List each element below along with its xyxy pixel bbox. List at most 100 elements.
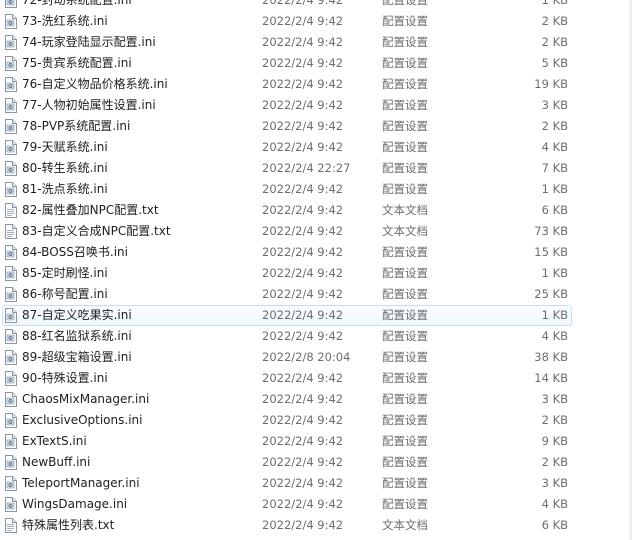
file-row[interactable]: 89-超级宝箱设置.ini 2022/2/8 20:04 配置设置 38 KB	[0, 347, 632, 368]
file-date-modified: 2022/2/4 9:42	[262, 371, 344, 385]
file-list: 72-封动系统配置.ini 2022/2/4 9:42 配置设置 1 KB 73…	[0, 0, 632, 536]
file-name: 73-洗红系统.ini	[22, 14, 108, 28]
file-date-modified: 2022/2/4 9:42	[262, 413, 344, 427]
ini-settings-icon	[5, 497, 17, 512]
file-type: 配置设置	[382, 98, 428, 112]
file-row[interactable]: 82-属性叠加NPC配置.txt 2022/2/4 9:42 文本文档 6 KB	[0, 200, 632, 221]
file-size: 73 KB	[534, 224, 568, 238]
file-name: 79-天赋系统.ini	[22, 140, 108, 154]
file-date-modified: 2022/2/4 9:42	[262, 497, 344, 511]
file-row[interactable]: ExTextS.ini 2022/2/4 9:42 配置设置 9 KB	[0, 431, 632, 452]
file-row[interactable]: 80-转生系统.ini 2022/2/4 22:27 配置设置 7 KB	[0, 158, 632, 179]
file-type: 配置设置	[382, 287, 428, 301]
file-row[interactable]: 85-定时刷怪.ini 2022/2/4 9:42 配置设置 1 KB	[0, 263, 632, 284]
ini-settings-icon	[5, 287, 17, 302]
file-type: 配置设置	[382, 161, 428, 175]
file-type: 配置设置	[382, 455, 428, 469]
ini-settings-icon	[5, 14, 17, 29]
file-type: 配置设置	[382, 329, 428, 343]
ini-settings-icon	[5, 56, 17, 71]
file-row[interactable]: 77-人物初始属性设置.ini 2022/2/4 9:42 配置设置 3 KB	[0, 95, 632, 116]
file-size: 6 KB	[541, 518, 568, 532]
file-size: 4 KB	[541, 329, 568, 343]
file-row[interactable]: TeleportManager.ini 2022/2/4 9:42 配置设置 3…	[0, 473, 632, 494]
file-date-modified: 2022/2/4 9:42	[262, 434, 344, 448]
file-date-modified: 2022/2/4 9:42	[262, 266, 344, 280]
file-row[interactable]: 73-洗红系统.ini 2022/2/4 9:42 配置设置 2 KB	[0, 11, 632, 32]
file-size: 1 KB	[541, 0, 568, 7]
file-row[interactable]: ExclusiveOptions.ini 2022/2/4 9:42 配置设置 …	[0, 410, 632, 431]
file-row[interactable]: 特殊属性列表.txt 2022/2/4 9:42 文本文档 6 KB	[0, 515, 632, 536]
file-row[interactable]: 90-特殊设置.ini 2022/2/4 9:42 配置设置 14 KB	[0, 368, 632, 389]
file-row[interactable]: 81-洗点系统.ini 2022/2/4 9:42 配置设置 1 KB	[0, 179, 632, 200]
file-date-modified: 2022/2/4 9:42	[262, 140, 344, 154]
file-date-modified: 2022/2/4 9:42	[262, 455, 344, 469]
file-type: 配置设置	[382, 0, 428, 7]
ini-settings-icon	[5, 434, 17, 449]
file-row[interactable]: 76-自定义物品价格系统.ini 2022/2/4 9:42 配置设置 19 K…	[0, 74, 632, 95]
file-name: 72-封动系统配置.ini	[22, 0, 132, 7]
ini-settings-icon	[5, 392, 17, 407]
file-size: 4 KB	[541, 497, 568, 511]
file-type: 配置设置	[382, 56, 428, 70]
file-date-modified: 2022/2/4 9:42	[262, 35, 344, 49]
ini-settings-icon	[5, 0, 17, 8]
file-type: 文本文档	[382, 518, 428, 532]
file-row[interactable]: WingsDamage.ini 2022/2/4 9:42 配置设置 4 KB	[0, 494, 632, 515]
file-row[interactable]: 84-BOSS召唤书.ini 2022/2/4 9:42 配置设置 15 KB	[0, 242, 632, 263]
file-type: 配置设置	[382, 266, 428, 280]
file-row[interactable]: NewBuff.ini 2022/2/4 9:42 配置设置 2 KB	[0, 452, 632, 473]
file-date-modified: 2022/2/4 9:42	[262, 518, 344, 532]
file-row[interactable]: ChaosMixManager.ini 2022/2/4 9:42 配置设置 3…	[0, 389, 632, 410]
file-date-modified: 2022/2/4 9:42	[262, 77, 344, 91]
file-row[interactable]: 88-红名监狱系统.ini 2022/2/4 9:42 配置设置 4 KB	[0, 326, 632, 347]
file-date-modified: 2022/2/4 9:42	[262, 476, 344, 490]
file-size: 7 KB	[541, 161, 568, 175]
file-type: 配置设置	[382, 497, 428, 511]
file-name: 89-超级宝箱设置.ini	[22, 350, 132, 364]
txt-document-icon	[5, 518, 17, 533]
file-type: 配置设置	[382, 308, 428, 322]
file-type: 配置设置	[382, 350, 428, 364]
ini-settings-icon	[5, 245, 17, 260]
file-size: 14 KB	[534, 371, 568, 385]
file-size: 2 KB	[541, 455, 568, 469]
txt-document-icon	[5, 224, 17, 239]
file-row[interactable]: 83-自定义合成NPC配置.txt 2022/2/4 9:42 文本文档 73 …	[0, 221, 632, 242]
ini-settings-icon	[5, 119, 17, 134]
file-name: WingsDamage.ini	[22, 497, 128, 511]
file-name: 特殊属性列表.txt	[22, 518, 115, 532]
file-row[interactable]: 74-玩家登陆显示配置.ini 2022/2/4 9:42 配置设置 2 KB	[0, 32, 632, 53]
file-date-modified: 2022/2/4 9:42	[262, 329, 344, 343]
ini-settings-icon	[5, 77, 17, 92]
file-name: 87-自定义吃果实.ini	[22, 308, 132, 322]
file-row[interactable]: 86-称号配置.ini 2022/2/4 9:42 配置设置 25 KB	[0, 284, 632, 305]
file-size: 1 KB	[541, 266, 568, 280]
file-row[interactable]: 75-贵宾系统配置.ini 2022/2/4 9:42 配置设置 5 KB	[0, 53, 632, 74]
file-type: 配置设置	[382, 14, 428, 28]
ini-settings-icon	[5, 308, 17, 323]
file-row[interactable]: 78-PVP系统配置.ini 2022/2/4 9:42 配置设置 2 KB	[0, 116, 632, 137]
file-size: 3 KB	[541, 98, 568, 112]
file-type: 文本文档	[382, 224, 428, 238]
file-size: 2 KB	[541, 14, 568, 28]
file-row[interactable]: 79-天赋系统.ini 2022/2/4 9:42 配置设置 4 KB	[0, 137, 632, 158]
file-row[interactable]: 87-自定义吃果实.ini 2022/2/4 9:42 配置设置 1 KB	[0, 305, 632, 326]
file-name: 76-自定义物品价格系统.ini	[22, 77, 168, 91]
file-name: TeleportManager.ini	[22, 476, 140, 490]
file-row[interactable]: 72-封动系统配置.ini 2022/2/4 9:42 配置设置 1 KB	[0, 0, 632, 11]
file-name: 84-BOSS召唤书.ini	[22, 245, 128, 259]
file-type: 配置设置	[382, 140, 428, 154]
ini-settings-icon	[5, 476, 17, 491]
file-name: 85-定时刷怪.ini	[22, 266, 108, 280]
file-type: 配置设置	[382, 476, 428, 490]
file-size: 2 KB	[541, 413, 568, 427]
file-name: 75-贵宾系统配置.ini	[22, 56, 132, 70]
ini-settings-icon	[5, 161, 17, 176]
ini-settings-icon	[5, 140, 17, 155]
ini-settings-icon	[5, 455, 17, 470]
file-date-modified: 2022/2/4 9:42	[262, 0, 344, 7]
file-date-modified: 2022/2/4 9:42	[262, 182, 344, 196]
ini-settings-icon	[5, 350, 17, 365]
file-date-modified: 2022/2/4 9:42	[262, 203, 344, 217]
